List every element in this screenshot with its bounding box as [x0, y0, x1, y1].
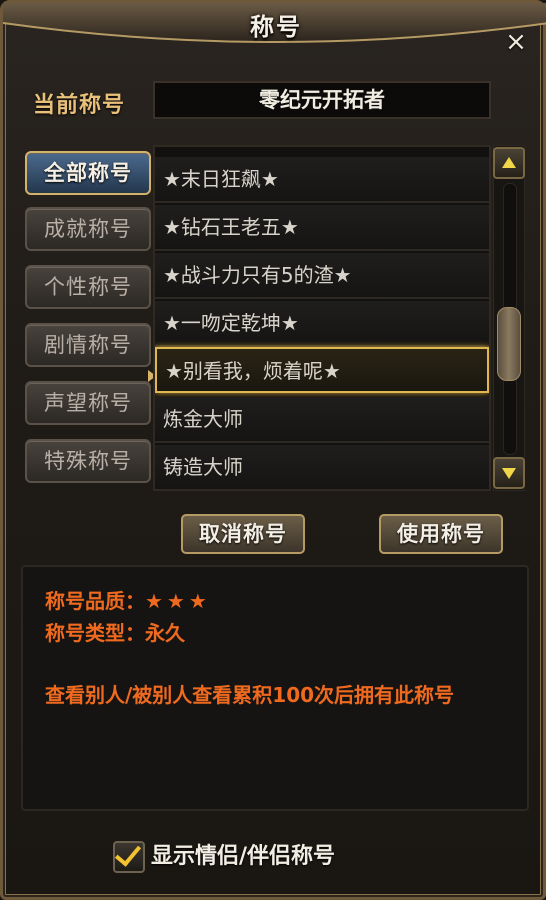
tab-special-titles[interactable]: 特殊称号: [25, 439, 151, 483]
show-couple-title-label: 显示情侣/伴侣称号: [151, 844, 336, 869]
title-description: 查看别人/被别人查看累积100次后拥有此称号: [45, 683, 455, 707]
title-list: ★末日狂飙★ ★钻石王老五★ ★战斗力只有5的渣★ ★一吻定乾坤★ ★别看我，烦…: [153, 145, 491, 491]
list-item-selected[interactable]: ★别看我，烦着呢★: [155, 347, 489, 393]
checkmark-icon: [114, 839, 142, 867]
type-label: 称号类型：: [45, 621, 145, 645]
current-title-label: 当前称号: [33, 93, 126, 118]
list-item[interactable]: ★末日狂飙★: [155, 157, 489, 203]
window-header: 称号 ×: [3, 3, 546, 57]
current-title-value: 零纪元开拓者: [153, 81, 491, 119]
quality-stars: ★★★: [145, 589, 211, 613]
list-item[interactable]: 炼金大师: [155, 397, 489, 443]
arrow-up-icon: [502, 157, 516, 168]
list-item[interactable]: 铸造大师: [155, 445, 489, 489]
quality-row: 称号品质：★★★: [45, 585, 211, 614]
list-item[interactable]: ★钻石王老五★: [155, 205, 489, 251]
tab-reputation-titles[interactable]: 声望称号: [25, 381, 151, 425]
close-icon[interactable]: ×: [501, 27, 531, 57]
tab-all-titles[interactable]: 全部称号: [25, 151, 151, 195]
scroll-up-button[interactable]: [493, 147, 525, 179]
tab-story-titles[interactable]: 剧情称号: [25, 323, 151, 367]
list-item[interactable]: ★战斗力只有5的渣★: [155, 253, 489, 299]
use-title-button[interactable]: 使用称号: [379, 514, 503, 554]
tab-achievement-titles[interactable]: 成就称号: [25, 207, 151, 251]
type-row: 称号类型：永久: [45, 617, 185, 646]
scroll-down-button[interactable]: [493, 457, 525, 489]
type-value: 永久: [145, 621, 185, 645]
tab-personality-titles[interactable]: 个性称号: [25, 265, 151, 309]
title-info-panel: 称号品质：★★★ 称号类型：永久 查看别人/被别人查看累积100次后拥有此称号: [21, 565, 529, 811]
title-window: 称号 × 当前称号 零纪元开拓者 全部称号 成就称号 个性称号 剧情称号 声望称…: [0, 0, 546, 900]
quality-label: 称号品质：: [45, 589, 145, 613]
cancel-title-button[interactable]: 取消称号: [181, 514, 305, 554]
arrow-down-icon: [502, 468, 516, 479]
window-title: 称号: [250, 13, 302, 41]
scrollbar-thumb[interactable]: [497, 307, 521, 381]
list-item[interactable]: ★一吻定乾坤★: [155, 301, 489, 347]
show-couple-title-checkbox[interactable]: [113, 839, 145, 873]
